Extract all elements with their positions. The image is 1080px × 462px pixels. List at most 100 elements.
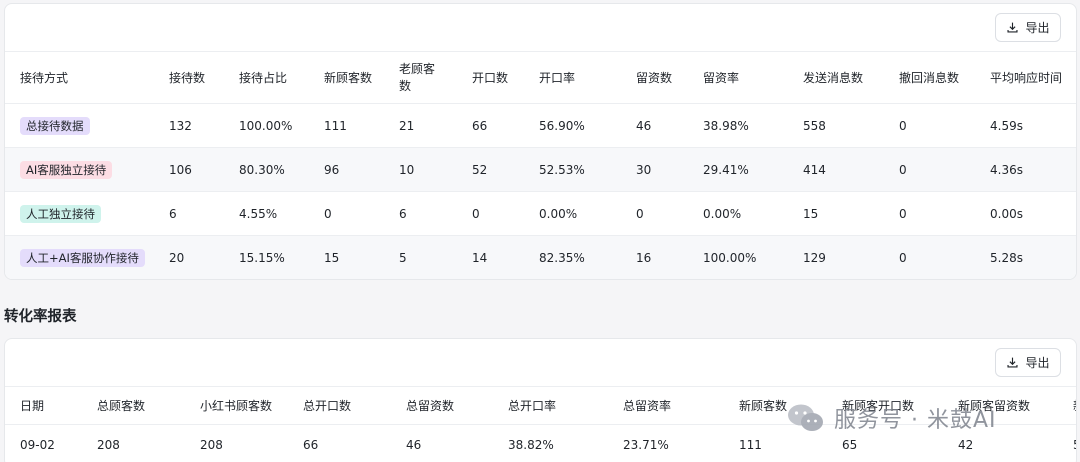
table-cell: 0 [324, 206, 332, 221]
table-cell: 46 [406, 438, 422, 452]
table-header-row: 接待方式 接待数 接待占比 新顾客数 老顾客数 开口数 开口率 留资数 留资率 发送消息数 撤回消息… [5, 52, 1076, 104]
table-cell: 111 [324, 118, 347, 133]
watermark-text: 服务号 · 米鼓AI [834, 408, 997, 433]
table-cell: 29.41% [703, 162, 749, 177]
table-row: 人工+AI客服协作接待 20 15.15% 15 5 14 82.35% 16 100.00% 1… [5, 236, 1076, 279]
table-row: 人工独立接待 6 4.55% 0 6 0 0.00% 0 0.00% 15 0 0.00s [5, 192, 1076, 236]
table-cell: 111 [739, 438, 762, 452]
column-header: 留资数 [636, 71, 673, 85]
reception-toolbar: 导出 [5, 4, 1076, 52]
reception-type-cell: 人工独立接待 [20, 192, 101, 235]
table-cell: 82.35% [539, 251, 585, 265]
table-cell: 558 [803, 118, 826, 133]
table-cell: 0 [899, 206, 907, 221]
column-header: 新顾客数 [739, 399, 788, 413]
table-cell: 0 [472, 206, 480, 221]
table-cell: 208 [97, 438, 120, 452]
column-header: 新顾客数 [324, 71, 373, 85]
download-icon [1007, 22, 1019, 33]
column-header: 日期 [20, 399, 45, 413]
column-header: 接待数 [169, 71, 206, 85]
table-cell: 16 [636, 251, 652, 265]
column-header: 老顾客数 [399, 61, 436, 93]
conversion-section-title: 转化率报表 [4, 309, 77, 325]
table-cell: 10 [399, 162, 415, 177]
reception-stats-card: 导出 接待方式 接待数 接待占比 新顾客数 老顾客数 开口数 开口率 留资数 留资率 发送消息数 撤… [4, 3, 1077, 280]
table-cell: 0 [899, 162, 907, 177]
column-header: 总开口数 [303, 399, 352, 413]
column-header: 总留资率 [623, 399, 672, 413]
table-cell: 6 [399, 206, 407, 221]
table-cell: 15 [324, 251, 340, 265]
table-row: AI客服独立接待 106 80.30% 96 10 52 52.53% 30 29.41% 414… [5, 148, 1076, 192]
column-header: 留资率 [703, 71, 740, 85]
column-header: 总顾客数 [97, 399, 146, 413]
table-cell: 56.90% [539, 118, 585, 133]
column-header: 发送消息数 [803, 71, 864, 85]
table-cell: 0.00% [703, 206, 742, 221]
reception-type-cell: 总接待数据 [20, 104, 90, 147]
table-cell: 14 [472, 251, 488, 265]
table-cell: 15.15% [239, 251, 285, 265]
table-cell: 09-02 [20, 438, 55, 452]
table-row: 总接待数据 132 100.00% 111 21 66 56.90% 46 38.98% 558 0… [5, 104, 1076, 148]
table-cell: 23.71% [623, 438, 669, 452]
reception-type-cell: 人工+AI客服协作接待 [20, 236, 145, 279]
table-cell: 208 [200, 438, 223, 452]
export-label: 导出 [1025, 356, 1050, 370]
table-cell: 5 [1073, 425, 1076, 462]
column-header: 总留资数 [406, 399, 455, 413]
table-cell: 4.59s [990, 118, 1023, 133]
export-button[interactable]: 导出 [995, 13, 1061, 42]
table-cell: 5.28s [990, 251, 1023, 265]
column-header: 新 [1073, 387, 1076, 424]
export-label: 导出 [1025, 21, 1050, 35]
table-cell: 66 [472, 118, 488, 133]
table-cell: 0 [899, 118, 907, 133]
table-cell: 4.36s [990, 162, 1023, 177]
reception-type-tag: 总接待数据 [20, 116, 90, 135]
table-cell: 132 [169, 118, 192, 133]
table-cell: 80.30% [239, 162, 285, 177]
export-button[interactable]: 导出 [995, 348, 1061, 377]
reception-table: 接待方式 接待数 接待占比 新顾客数 老顾客数 开口数 开口率 留资数 留资率 发送消息数 撤回消息… [5, 52, 1076, 279]
table-cell: 52 [472, 162, 488, 177]
table-cell: 38.98% [703, 118, 749, 133]
table-cell: 38.82% [508, 438, 554, 452]
table-cell: 20 [169, 251, 185, 265]
table-cell: 46 [636, 118, 652, 133]
table-cell: 15 [803, 206, 819, 221]
table-cell: 0.00% [539, 206, 578, 221]
conversion-report-card: 导出 日期 总顾客数 小红书顾客数 总开口数 总留资数 总开口率 总留资率 新顾客数 新顾客开口… [4, 338, 1077, 462]
reception-type-tag: 人工+AI客服协作接待 [20, 249, 145, 267]
table-cell: 100.00% [239, 118, 293, 133]
column-header: 接待方式 [20, 71, 69, 85]
table-cell: 100.00% [703, 251, 757, 265]
table-cell: 0.00s [990, 206, 1023, 221]
table-cell: 30 [636, 162, 652, 177]
table-cell: 106 [169, 162, 192, 177]
reception-type-tag: 人工独立接待 [20, 204, 101, 223]
table-cell: 0 [636, 206, 644, 221]
column-header: 总开口率 [508, 399, 557, 413]
table-cell: 129 [803, 251, 826, 265]
download-icon [1007, 357, 1019, 368]
column-header: 接待占比 [239, 71, 288, 85]
table-cell: 0 [899, 251, 907, 265]
reception-type-tag: AI客服独立接待 [20, 160, 113, 179]
table-cell: 5 [399, 251, 407, 265]
watermark: 服务号 · 米鼓AI [786, 402, 997, 434]
column-header: 平均响应时间 [990, 71, 1063, 85]
table-cell: 4.55% [239, 206, 278, 221]
table-cell: 6 [169, 206, 177, 221]
table-cell: 96 [324, 162, 340, 177]
column-header: 开口数 [472, 71, 509, 85]
column-header: 撤回消息数 [899, 71, 960, 85]
table-cell: 21 [399, 118, 415, 133]
conversion-toolbar: 导出 [5, 339, 1076, 387]
table-cell: 414 [803, 162, 826, 177]
table-cell: 52.53% [539, 162, 585, 177]
wechat-icon [788, 404, 823, 431]
reception-type-cell: AI客服独立接待 [20, 148, 113, 191]
column-header: 开口率 [539, 71, 576, 85]
